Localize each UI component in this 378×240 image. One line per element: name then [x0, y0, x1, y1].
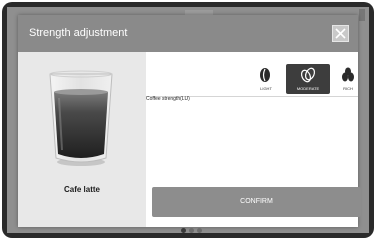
page-indicator — [0, 228, 378, 234]
close-button[interactable] — [332, 25, 349, 42]
strength-option-label: RICH — [343, 86, 353, 91]
page-dot[interactable] — [181, 228, 186, 233]
page-dot[interactable] — [189, 228, 194, 233]
double-bean-icon — [300, 67, 316, 83]
background-edge-element — [359, 9, 365, 21]
close-icon — [335, 28, 346, 39]
product-name: Cafe latte — [63, 185, 100, 194]
triple-bean-icon — [342, 67, 354, 82]
single-bean-icon — [260, 68, 270, 82]
strength-option-label: MODERATE — [296, 86, 320, 91]
dialog-title: Strength adjustment — [29, 27, 128, 39]
dialog-header: Strength adjustment — [18, 15, 358, 52]
page-dot[interactable] — [197, 228, 202, 233]
strength-option-moderate[interactable]: MODERATE — [286, 64, 330, 94]
product-panel: Cafe latte — [18, 52, 146, 227]
confirm-button-label: CONFIRM — [240, 198, 273, 205]
coffee-strength-label: Coffee strength(LU) — [146, 96, 190, 102]
strength-option-light[interactable]: LIGHT — [244, 64, 288, 94]
strength-option-rich[interactable]: RICH — [326, 64, 370, 94]
strength-option-label: LIGHT — [260, 86, 272, 91]
latte-glass-icon — [49, 70, 113, 166]
confirm-button[interactable]: CONFIRM — [152, 187, 361, 217]
